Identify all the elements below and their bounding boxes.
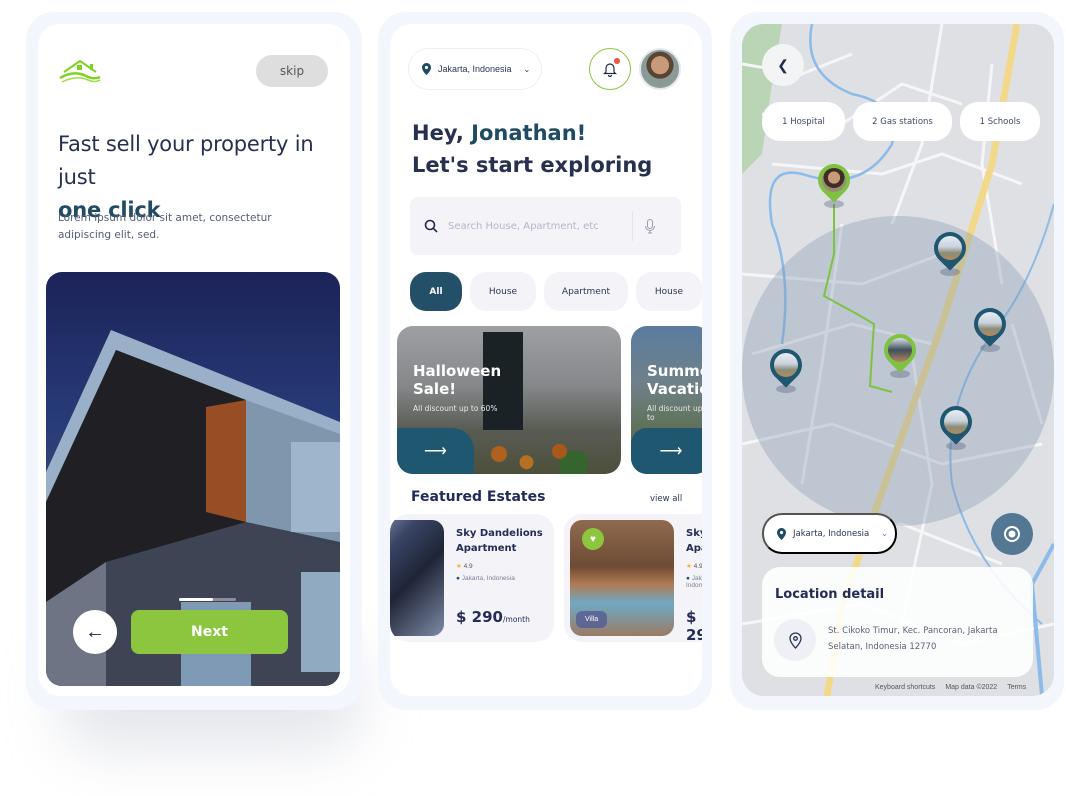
promo-subtitle: All discount up to [647, 404, 702, 422]
map-location-label: Jakarta, Indonesia [793, 528, 870, 539]
next-button[interactable]: Next [131, 610, 288, 654]
map-back-button[interactable]: ❮ [762, 44, 804, 86]
favorite-button[interactable]: ♥ [582, 528, 604, 550]
promo-card[interactable]: Summer Vacation All discount up to ⟶ [631, 326, 702, 474]
category-chips: All House Apartment House [410, 272, 702, 311]
microphone-icon[interactable] [645, 218, 655, 234]
category-chip-all[interactable]: All [410, 272, 462, 311]
onboarding-progress-fill [179, 598, 214, 601]
search-divider [632, 211, 633, 241]
location-address: St. Cikoko Timur, Kec. Pancoran, Jakarta… [828, 626, 998, 652]
poi-chip-schools[interactable]: 1 Schools [960, 102, 1040, 141]
category-chip-apartment[interactable]: Apartment [544, 272, 628, 311]
map-data-label: Map data ©2022 [945, 684, 998, 691]
user-name: Jonathan! [471, 121, 587, 145]
user-location-pin[interactable] [811, 157, 857, 208]
property-pin[interactable] [967, 301, 1013, 352]
location-detail-card: Location detail St. Cikoko Timur, Kec. P… [762, 567, 1033, 677]
category-chip-house[interactable]: House [470, 272, 536, 311]
back-button[interactable]: ← [73, 610, 117, 654]
estate-card[interactable]: ♥ Villa Sky Dandelions Apartment ★ 4.9 ●… [564, 514, 702, 642]
estate-card[interactable]: Apartment Sky Dandelions Apartment ★ 4.9… [390, 514, 554, 642]
skip-button[interactable]: skip [256, 55, 328, 87]
onboarding-screen: skip Fast sell your property in just one… [38, 24, 350, 696]
property-pin[interactable] [927, 225, 973, 276]
arrow-left-icon: ← [85, 620, 105, 643]
map-location-selector[interactable]: Jakarta, Indonesia ⌄ [762, 513, 897, 554]
poi-chip-hospital[interactable]: 1 Hospital [762, 102, 845, 141]
chevron-down-icon: ⌄ [881, 529, 888, 538]
estate-image: Apartment [390, 520, 444, 636]
promo-card[interactable]: Halloween Sale! All discount up to 60% ⟶ [397, 326, 621, 474]
estate-rating: ★ 4.9 [686, 563, 702, 570]
search-input[interactable] [448, 220, 628, 232]
location-label: Jakarta, Indonesia [438, 64, 512, 74]
estate-price: $ 290/month [686, 608, 702, 642]
location-pin-icon [422, 63, 431, 75]
estate-name: Sky Dandelions Apartment [686, 528, 702, 554]
promo-title: Halloween Sale! [413, 362, 502, 398]
location-pin-icon: ● [686, 575, 690, 582]
greeting-prefix: Hey, [412, 121, 472, 145]
estate-rating: ★ 4.9 [456, 563, 473, 570]
target-icon [1004, 526, 1020, 542]
greeting: Hey, Jonathan! Let's start exploring [412, 117, 652, 181]
location-pin-icon: ● [456, 575, 460, 582]
notifications-button[interactable] [589, 48, 631, 90]
selected-property-pin[interactable] [877, 327, 923, 378]
estate-type-badge: Villa [576, 611, 608, 628]
greeting-line2: Let's start exploring [412, 153, 653, 177]
featured-estates-title: Featured Estates [411, 489, 546, 505]
user-avatar[interactable] [639, 48, 681, 90]
promo-subtitle: All discount up to 60% [413, 404, 498, 413]
search-icon [424, 219, 438, 233]
promo-arrow-button[interactable]: ⟶ [631, 428, 702, 474]
search-bar [410, 197, 681, 255]
map-attribution: Keyboard shortcuts Map data ©2022 Terms [875, 684, 1026, 691]
keyboard-shortcuts-link[interactable]: Keyboard shortcuts [875, 684, 935, 691]
estate-location: ● Jakarta, Indonesia [686, 575, 702, 589]
terms-link[interactable]: Terms [1007, 684, 1026, 691]
arrow-right-icon: ⟶ [424, 443, 447, 460]
chevron-left-icon: ❮ [777, 56, 789, 73]
star-icon: ★ [686, 563, 692, 570]
map-marker-outline-icon [788, 631, 802, 649]
estate-price: $ 290/month [456, 608, 530, 626]
estate-image: ♥ Villa [570, 520, 674, 636]
heart-icon: ♥ [590, 533, 596, 545]
promo-arrow-button[interactable]: ⟶ [397, 428, 474, 474]
house-logo-icon [59, 59, 101, 83]
property-pin[interactable] [933, 399, 979, 450]
home-screen: Jakarta, Indonesia ⌄ Hey, Jonathan! Let'… [390, 24, 702, 696]
promo-title: Summer Vacation [647, 362, 702, 398]
property-pin[interactable] [763, 342, 809, 393]
headline-regular: Fast sell your property in just [58, 132, 314, 189]
category-chip-house-2[interactable]: House [636, 272, 702, 311]
estate-location: ● Jakarta, Indonesia [456, 575, 515, 582]
estate-name: Sky Dandelions Apartment [456, 528, 543, 554]
notification-dot [614, 58, 620, 64]
view-all-link[interactable]: view all [650, 494, 682, 504]
location-detail-title: Location detail [775, 587, 885, 602]
locate-me-button[interactable] [991, 513, 1033, 555]
map-screen: ❮ 1 Hospital 2 Gas stations 1 Schools Ja… [742, 24, 1054, 696]
chevron-down-icon: ⌄ [523, 64, 531, 74]
location-pin-icon [777, 527, 786, 540]
onboarding-description: Lorem ipsum dolor sit amet, consectetur … [58, 212, 272, 241]
onboarding-progress [179, 598, 236, 601]
location-selector[interactable]: Jakarta, Indonesia ⌄ [408, 48, 542, 90]
star-icon: ★ [456, 563, 462, 570]
arrow-right-icon: ⟶ [659, 443, 683, 460]
detail-pin-badge [774, 619, 816, 661]
poi-chip-gas-stations[interactable]: 2 Gas stations [853, 102, 952, 141]
